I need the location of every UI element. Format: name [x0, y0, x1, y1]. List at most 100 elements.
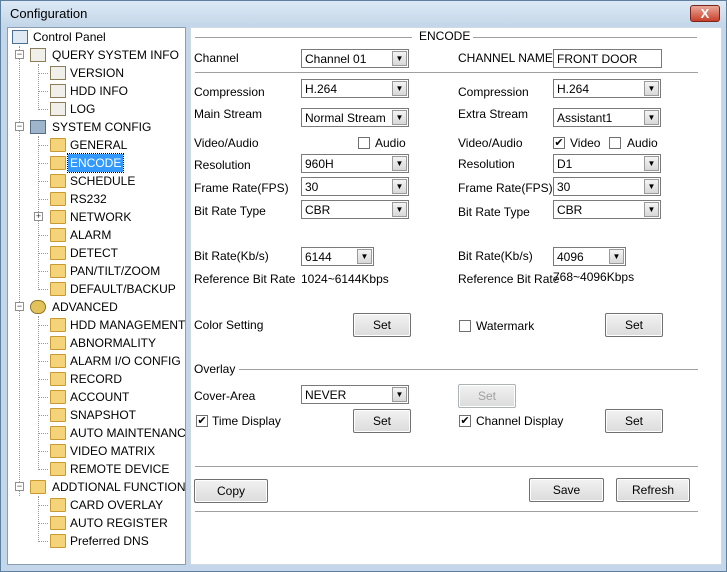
- extra-fps-label: Frame Rate(FPS): [458, 181, 553, 195]
- tree-line: [38, 271, 48, 272]
- dropdown-arrow-icon: ▼: [644, 202, 659, 217]
- watermark-checkbox[interactable]: [459, 320, 471, 332]
- extra-reference-bitrate-value: 768~4096Kbps: [553, 270, 635, 284]
- notepad-icon: [50, 84, 66, 98]
- channel-value: Channel 01: [305, 52, 367, 66]
- main-bitrate-select[interactable]: 6144 ▼: [301, 247, 374, 266]
- tree-item-label: SNAPSHOT: [70, 408, 137, 422]
- tree-item-label: QUERY SYSTEM INFO: [52, 48, 179, 62]
- tree-item-label: ACCOUNT: [70, 390, 130, 404]
- tree-line: [38, 451, 48, 452]
- main-fps-select[interactable]: 30 ▼: [301, 177, 409, 196]
- extra-resolution-select[interactable]: D1 ▼: [553, 154, 661, 173]
- folder-icon: [50, 156, 66, 170]
- collapse-icon[interactable]: −: [15, 482, 24, 491]
- collapse-icon[interactable]: −: [15, 50, 24, 59]
- dropdown-arrow-icon: ▼: [357, 249, 372, 264]
- tree-line: [38, 64, 39, 110]
- time-display-label: Time Display: [212, 414, 281, 428]
- extra-resolution-label: Resolution: [458, 157, 515, 171]
- folder-icon: [50, 336, 66, 350]
- folder-icon: [50, 264, 66, 278]
- tree-line: [38, 145, 48, 146]
- dropdown-arrow-icon: ▼: [609, 249, 624, 264]
- extra-video-checkbox[interactable]: ✔: [553, 137, 565, 149]
- computer-icon: [12, 30, 28, 44]
- tools-icon: [30, 120, 46, 134]
- folder-icon: [50, 246, 66, 260]
- folder-icon: [50, 498, 66, 512]
- channel-name-input[interactable]: FRONT DOOR: [553, 49, 662, 68]
- main-bitrate-type-select[interactable]: CBR ▼: [301, 200, 409, 219]
- cover-area-label: Cover-Area: [194, 389, 256, 403]
- main-audio-label: Audio: [375, 136, 406, 150]
- dropdown-arrow-icon: ▼: [392, 202, 407, 217]
- folder-icon: [50, 462, 66, 476]
- cover-area-set-button[interactable]: Set: [458, 384, 516, 408]
- close-button[interactable]: X: [690, 5, 720, 22]
- extra-bitrate-type-select[interactable]: CBR ▼: [553, 200, 661, 219]
- tree-item-label: HDD INFO: [70, 84, 128, 98]
- tree-line: [38, 361, 48, 362]
- folder-icon: [50, 354, 66, 368]
- save-button[interactable]: Save: [529, 478, 604, 502]
- tree-item-label: AUTO REGISTER: [70, 516, 168, 530]
- channel-display-set-button[interactable]: Set: [605, 409, 663, 433]
- main-compression-select[interactable]: H.264 ▼: [301, 79, 409, 98]
- copy-button[interactable]: Copy: [194, 479, 268, 503]
- tree-item-label: NETWORK: [70, 210, 132, 224]
- time-display-set-button[interactable]: Set: [353, 409, 411, 433]
- extra-compression-select[interactable]: H.264 ▼: [553, 79, 661, 98]
- watermark-set-button[interactable]: Set: [605, 313, 663, 337]
- extra-bitrate-type-value: CBR: [557, 203, 583, 217]
- channel-name-label: CHANNEL NAME: [458, 51, 553, 65]
- collapse-icon[interactable]: −: [15, 302, 24, 311]
- time-display-checkbox[interactable]: ✔: [196, 415, 208, 427]
- extra-bitrate-select[interactable]: 4096 ▼: [553, 247, 626, 266]
- extra-stream-select[interactable]: Assistant1 ▼: [553, 108, 661, 127]
- folder-icon: [50, 390, 66, 404]
- tree-line: [38, 541, 48, 542]
- main-audio-checkbox[interactable]: [358, 137, 370, 149]
- title-bar[interactable]: Configuration X: [1, 1, 726, 25]
- tree-item-label: DEFAULT/BACKUP: [70, 282, 176, 296]
- tree-line: [38, 316, 39, 470]
- tree-item-label: ALARM I/O CONFIG: [70, 354, 181, 368]
- main-fps-value: 30: [305, 180, 319, 194]
- tree-line: [38, 73, 48, 74]
- channel-display-checkbox[interactable]: ✔: [459, 415, 471, 427]
- cover-area-value: NEVER: [305, 388, 347, 402]
- extra-audio-checkbox[interactable]: [609, 137, 621, 149]
- divider: [195, 511, 698, 513]
- channel-select[interactable]: Channel 01 ▼: [301, 49, 409, 68]
- main-resolution-value: 960H: [305, 157, 334, 171]
- cover-area-select[interactable]: NEVER ▼: [301, 385, 409, 404]
- dropdown-arrow-icon: ▼: [392, 110, 407, 125]
- refresh-button[interactable]: Refresh: [616, 478, 690, 502]
- main-fps-label: Frame Rate(FPS): [194, 181, 289, 195]
- tree-line: [38, 433, 48, 434]
- extra-stream-label: Extra Stream: [458, 107, 529, 121]
- tree-item-label: VIDEO MATRIX: [70, 444, 156, 458]
- overlay-label: Overlay: [194, 362, 236, 376]
- tree-item-label: Preferred DNS: [70, 534, 149, 548]
- tree-line: [38, 91, 48, 92]
- main-resolution-select[interactable]: 960H ▼: [301, 154, 409, 173]
- main-bitrate-label: Bit Rate(Kb/s): [194, 249, 269, 263]
- tree-item-label: REMOTE DEVICE: [70, 462, 170, 476]
- extra-fps-value: 30: [557, 180, 571, 194]
- extra-compression-value: H.264: [557, 82, 590, 96]
- collapse-icon[interactable]: −: [15, 122, 24, 131]
- expand-icon[interactable]: +: [34, 212, 43, 221]
- folder-icon: [50, 138, 66, 152]
- dropdown-arrow-icon: ▼: [644, 81, 659, 96]
- tree-line: [38, 109, 48, 110]
- extra-fps-select[interactable]: 30 ▼: [553, 177, 661, 196]
- main-bitrate-type-value: CBR: [305, 203, 331, 217]
- divider: [195, 72, 698, 74]
- folder-icon: [50, 372, 66, 386]
- tree-line: [38, 469, 48, 470]
- extra-video-audio-label: Video/Audio: [458, 136, 523, 150]
- color-setting-button[interactable]: Set: [353, 313, 411, 337]
- main-stream-select[interactable]: Normal Stream ▼: [301, 108, 409, 127]
